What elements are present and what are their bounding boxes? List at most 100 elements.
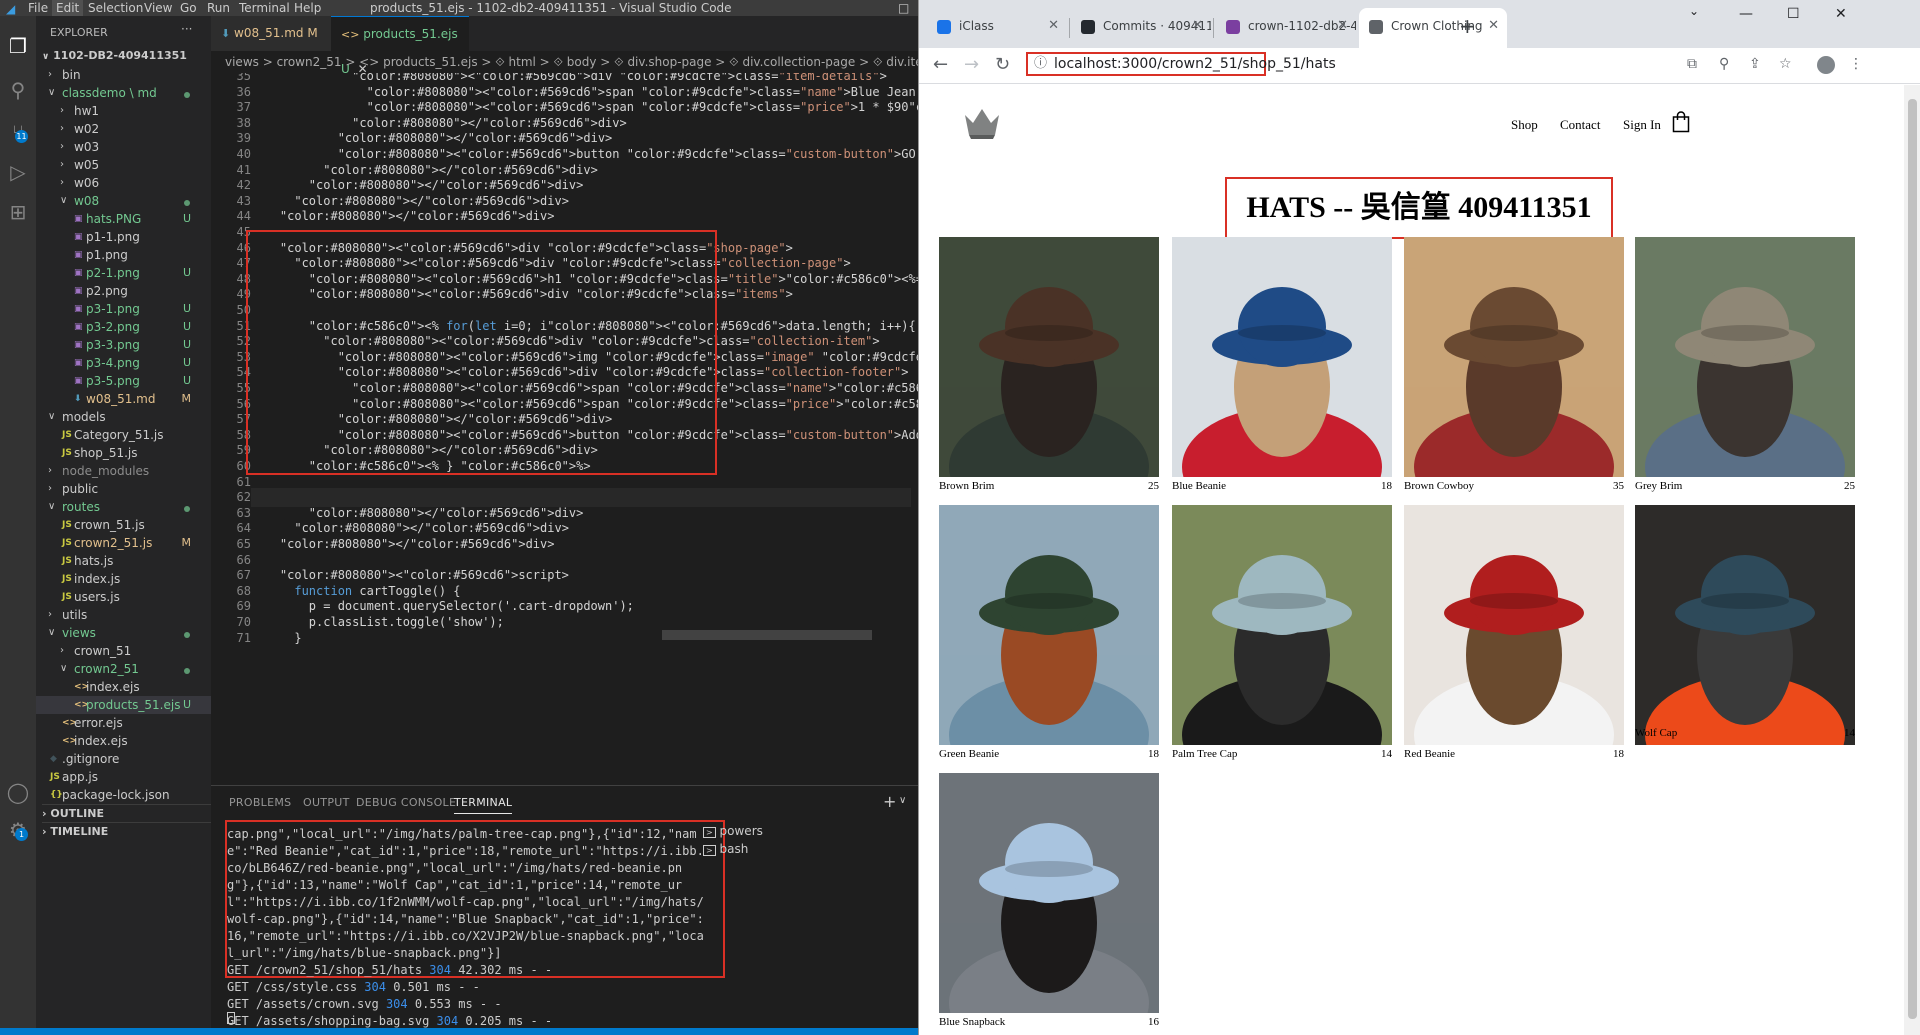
bookmark-star-icon[interactable]: ☆ [1779,56,1792,72]
tab-products-ejs[interactable]: <> products_51.ejs U ✕ [331,16,469,76]
tree-item[interactable]: <> error.ejs [36,714,211,732]
explorer-icon[interactable]: ❐ [6,34,30,58]
menu-edit[interactable]: Edit [52,0,84,16]
scrollbar-thumb[interactable] [1908,99,1917,1019]
tab-terminal[interactable]: TERMINAL [454,796,513,814]
search-icon[interactable]: ⚲ [6,78,30,102]
address-bar[interactable]: ⓘ localhost:3000/crown2_51/shop_51/hats [1026,52,1336,76]
tree-item[interactable]: ∨ routes [36,498,211,516]
browser-tab[interactable]: Crown Clothing ✕ [1359,8,1507,48]
product-image[interactable] [1172,237,1392,477]
root-folder[interactable]: ∨ 1102-DB2-409411351 [42,49,187,62]
tree-item[interactable]: › w03 [36,138,211,156]
tree-item[interactable]: JS crown2_51.js M [36,534,211,552]
tree-item[interactable]: › hw1 [36,102,211,120]
product-image[interactable] [1635,237,1855,477]
product-image[interactable] [939,505,1159,745]
account-icon[interactable]: ◯ [6,780,30,804]
tree-item[interactable]: ▣ p2-1.png U [36,264,211,282]
collection-item[interactable]: Brown Cowboy 35 [1404,237,1624,497]
tree-item[interactable]: ∨ classdemo \ md [36,84,211,102]
collection-item[interactable]: Blue Beanie 18 [1172,237,1392,497]
product-image[interactable] [939,237,1159,477]
close-tab-icon[interactable]: ✕ [1337,8,1348,44]
chrome-menu-icon[interactable]: ⋮ [1849,56,1863,72]
close-tab-icon[interactable]: ✕ [1488,8,1499,44]
terminal-output[interactable]: cap.png","local_url":"/img/hats/palm-tre… [227,826,827,1030]
tree-item[interactable]: ∨ views [36,624,211,642]
new-tab-icon[interactable]: + [1459,14,1476,38]
tree-item[interactable]: › utils [36,606,211,624]
product-image[interactable] [1404,237,1624,477]
tree-item[interactable]: <> index.ejs [36,732,211,750]
tree-item[interactable]: {} package-lock.json [36,786,211,804]
tree-item[interactable]: › bin [36,66,211,84]
shell-item[interactable]: > bash [703,842,748,856]
tree-item[interactable]: › w06 [36,174,211,192]
outline-section[interactable]: › OUTLINE [42,804,211,820]
collection-item[interactable]: Wolf Cap 14 [1635,505,1855,765]
page-scrollbar[interactable] [1904,85,1920,1035]
tree-item[interactable]: ∨ crown2_51 [36,660,211,678]
reload-icon[interactable]: ↻ [995,54,1010,75]
collection-item[interactable]: Green Beanie 18 [939,505,1159,765]
tab-debug-console[interactable]: DEBUG CONSOLE [356,796,456,809]
tree-item[interactable]: JS hats.js [36,552,211,570]
back-icon[interactable]: ← [933,54,948,75]
menu-view[interactable]: View [140,0,176,16]
tab-w08-md[interactable]: ⬇ w08_51.md M [211,16,331,51]
maximize-icon[interactable]: ☐ [1787,6,1800,22]
collection-item[interactable]: Blue Snapback 16 [939,773,1159,1033]
tree-item[interactable]: ◆ .gitignore [36,750,211,768]
shopping-bag-icon[interactable] [1672,111,1690,133]
tree-item[interactable]: JS shop_51.js [36,444,211,462]
product-image[interactable] [1404,505,1624,745]
tab-problems[interactable]: PROBLEMS [229,796,291,809]
menu-run[interactable]: Run [203,0,234,16]
nav-contact[interactable]: Contact [1560,117,1600,133]
tree-item[interactable]: ▣ p3-2.png U [36,318,211,336]
tree-item[interactable]: ▣ p3-3.png U [36,336,211,354]
close-window-icon[interactable]: ✕ [1835,6,1847,22]
close-tab-icon[interactable]: ✕ [1192,8,1203,44]
forward-icon[interactable]: → [964,54,979,75]
translate-icon[interactable]: ⧉ [1687,56,1697,72]
tree-item[interactable]: <> index.ejs [36,678,211,696]
product-image[interactable] [1635,505,1855,745]
zoom-icon[interactable]: ⚲ [1719,56,1729,72]
tree-item[interactable]: <> products_51.ejs U [36,696,211,714]
tree-item[interactable]: ▣ p2.png [36,282,211,300]
product-image[interactable] [1172,505,1392,745]
browser-tab[interactable]: Commits · 40941135✕ [1071,8,1211,48]
tree-item[interactable]: ▣ p1-1.png [36,228,211,246]
horizontal-scrollbar[interactable] [662,630,872,640]
tree-item[interactable]: JS crown_51.js [36,516,211,534]
tree-item[interactable]: ▣ hats.PNG U [36,210,211,228]
tree-item[interactable]: JS index.js [36,570,211,588]
tree-item[interactable]: ⬇ w08_51.md M [36,390,211,408]
tree-item[interactable]: ▣ p3-5.png U [36,372,211,390]
tree-item[interactable]: ▣ p1.png [36,246,211,264]
tree-item[interactable]: JS Category_51.js [36,426,211,444]
tree-item[interactable]: › w02 [36,120,211,138]
tree-item[interactable]: ∨ models [36,408,211,426]
collection-item[interactable]: Red Beanie 18 [1404,505,1624,765]
tree-item[interactable]: ▣ p3-4.png U [36,354,211,372]
shell-item[interactable]: > powers [703,824,763,838]
tree-item[interactable]: JS users.js [36,588,211,606]
menu-selection[interactable]: Selection [84,0,147,16]
menu-go[interactable]: Go [176,0,201,16]
code-editor[interactable]: 35 "color:#808080"><"color:#569cd6">div … [211,73,918,781]
layout-icon[interactable]: □ [898,0,909,16]
tree-item[interactable]: › public [36,480,211,498]
tree-item[interactable]: › w05 [36,156,211,174]
share-icon[interactable]: ⇪ [1749,56,1761,72]
browser-tab[interactable]: crown-1102-db2-40 ✕ [1216,8,1356,48]
product-image[interactable] [939,773,1159,1013]
tree-item[interactable]: › node_modules [36,462,211,480]
collection-item[interactable]: Palm Tree Cap 14 [1172,505,1392,765]
collection-item[interactable]: Brown Brim 25 [939,237,1159,497]
nav-sign-in[interactable]: Sign In [1623,117,1661,133]
tree-item[interactable]: ▣ p3-1.png U [36,300,211,318]
browser-tab[interactable]: iClass ✕ [927,8,1067,48]
